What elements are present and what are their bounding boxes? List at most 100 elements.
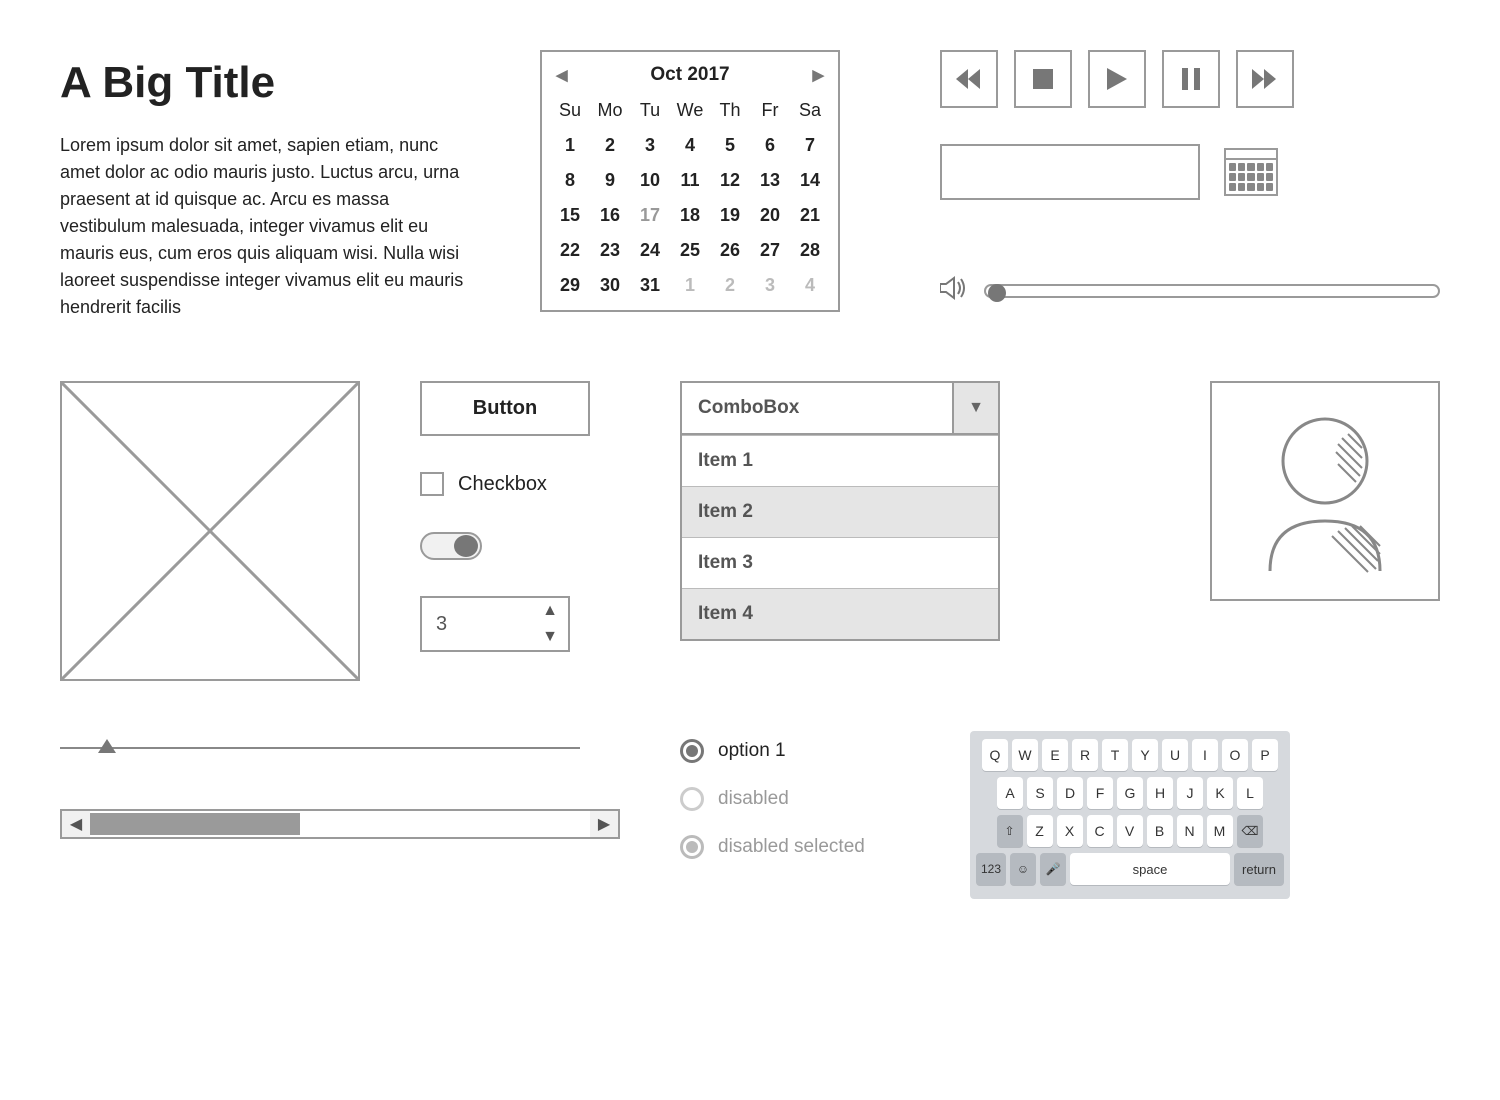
key-o[interactable]: O xyxy=(1222,739,1248,771)
key-t[interactable]: T xyxy=(1102,739,1128,771)
calendar-day[interactable]: 6 xyxy=(750,129,790,162)
key-g[interactable]: G xyxy=(1117,777,1143,809)
calendar-day[interactable]: 21 xyxy=(790,199,830,232)
date-input[interactable] xyxy=(940,144,1200,200)
fast-forward-button[interactable] xyxy=(1236,50,1294,108)
checkbox-box[interactable] xyxy=(420,472,444,496)
calendar-day[interactable]: 24 xyxy=(630,234,670,267)
calendar-day[interactable]: 11 xyxy=(670,164,710,197)
calendar-day[interactable]: 10 xyxy=(630,164,670,197)
calendar-day[interactable]: 15 xyxy=(550,199,590,232)
calendar-day[interactable]: 3 xyxy=(750,269,790,302)
key-d[interactable]: D xyxy=(1057,777,1083,809)
key-b[interactable]: B xyxy=(1147,815,1173,847)
list-item[interactable]: Item 1 xyxy=(682,435,998,486)
combobox-arrow-icon[interactable]: ▼ xyxy=(952,383,998,433)
calendar-day[interactable]: 7 xyxy=(790,129,830,162)
key-i[interactable]: I xyxy=(1192,739,1218,771)
calendar-day[interactable]: 29 xyxy=(550,269,590,302)
calendar-day[interactable]: 5 xyxy=(710,129,750,162)
calendar-day[interactable]: 4 xyxy=(790,269,830,302)
key-mic-icon[interactable]: 🎤 xyxy=(1040,853,1066,885)
date-picker-icon[interactable] xyxy=(1224,148,1278,196)
key-s[interactable]: S xyxy=(1027,777,1053,809)
key-j[interactable]: J xyxy=(1177,777,1203,809)
calendar-prev-icon[interactable]: ◀ xyxy=(556,66,568,84)
volume-slider[interactable] xyxy=(984,284,1440,298)
radio-option-1[interactable]: option 1 xyxy=(680,739,910,763)
key-emoji-icon[interactable]: ☺ xyxy=(1010,853,1036,885)
calendar-next-icon[interactable]: ▶ xyxy=(812,66,824,84)
scroll-left-icon[interactable]: ◀ xyxy=(62,811,90,837)
key-p[interactable]: P xyxy=(1252,739,1278,771)
key-l[interactable]: L xyxy=(1237,777,1263,809)
list-item[interactable]: Item 3 xyxy=(682,537,998,588)
toggle-switch[interactable] xyxy=(420,532,482,560)
calendar-day[interactable]: 18 xyxy=(670,199,710,232)
calendar-day[interactable]: 22 xyxy=(550,234,590,267)
checkbox[interactable]: Checkbox xyxy=(420,472,620,496)
scroll-track[interactable] xyxy=(90,811,590,837)
slider-thumb[interactable] xyxy=(98,739,116,753)
key-m[interactable]: M xyxy=(1207,815,1233,847)
calendar-day[interactable]: 4 xyxy=(670,129,710,162)
key-k[interactable]: K xyxy=(1207,777,1233,809)
scroll-thumb[interactable] xyxy=(90,813,300,835)
key-backspace-icon[interactable]: ⌫ xyxy=(1237,815,1264,847)
key-f[interactable]: F xyxy=(1087,777,1113,809)
slider[interactable] xyxy=(60,747,580,749)
calendar-day[interactable]: 2 xyxy=(710,269,750,302)
key-h[interactable]: H xyxy=(1147,777,1173,809)
stepper-value[interactable]: 3 xyxy=(422,598,532,650)
key-x[interactable]: X xyxy=(1057,815,1083,847)
calendar-day[interactable]: 28 xyxy=(790,234,830,267)
calendar-day[interactable]: 30 xyxy=(590,269,630,302)
pause-button[interactable] xyxy=(1162,50,1220,108)
calendar-day[interactable]: 23 xyxy=(590,234,630,267)
key-v[interactable]: V xyxy=(1117,815,1143,847)
rewind-button[interactable] xyxy=(940,50,998,108)
scroll-right-icon[interactable]: ▶ xyxy=(590,811,618,837)
key-space[interactable]: space xyxy=(1070,853,1230,885)
key-a[interactable]: A xyxy=(997,777,1023,809)
calendar-day[interactable]: 17 xyxy=(630,199,670,232)
key-q[interactable]: Q xyxy=(982,739,1008,771)
key-return[interactable]: return xyxy=(1234,853,1284,885)
stop-button[interactable] xyxy=(1014,50,1072,108)
key-y[interactable]: Y xyxy=(1132,739,1158,771)
calendar-day[interactable]: 16 xyxy=(590,199,630,232)
calendar-day[interactable]: 31 xyxy=(630,269,670,302)
list-item[interactable]: Item 4 xyxy=(682,588,998,639)
combobox[interactable]: ComboBox ▼ xyxy=(680,381,1000,435)
stepper-down-icon[interactable]: ▼ xyxy=(532,624,568,650)
key-c[interactable]: C xyxy=(1087,815,1113,847)
key-n[interactable]: N xyxy=(1177,815,1203,847)
calendar-day[interactable]: 25 xyxy=(670,234,710,267)
key-numbers[interactable]: 123 xyxy=(976,853,1006,885)
calendar-day[interactable]: 27 xyxy=(750,234,790,267)
stepper-up-icon[interactable]: ▲ xyxy=(532,598,568,624)
play-button[interactable] xyxy=(1088,50,1146,108)
calendar-day[interactable]: 9 xyxy=(590,164,630,197)
calendar-day[interactable]: 20 xyxy=(750,199,790,232)
calendar-day[interactable]: 2 xyxy=(590,129,630,162)
volume-thumb[interactable] xyxy=(988,284,1006,302)
key-shift-icon[interactable]: ⇧ xyxy=(997,815,1023,847)
calendar-day[interactable]: 12 xyxy=(710,164,750,197)
numeric-stepper[interactable]: 3 ▲ ▼ xyxy=(420,596,570,652)
calendar-day[interactable]: 1 xyxy=(670,269,710,302)
key-r[interactable]: R xyxy=(1072,739,1098,771)
key-z[interactable]: Z xyxy=(1027,815,1053,847)
radio-circle-icon[interactable] xyxy=(680,739,704,763)
calendar-day[interactable]: 8 xyxy=(550,164,590,197)
horizontal-scrollbar[interactable]: ◀ ▶ xyxy=(60,809,620,839)
calendar-day[interactable]: 19 xyxy=(710,199,750,232)
calendar-day[interactable]: 14 xyxy=(790,164,830,197)
key-u[interactable]: U xyxy=(1162,739,1188,771)
list-item[interactable]: Item 2 xyxy=(682,486,998,537)
calendar-day[interactable]: 3 xyxy=(630,129,670,162)
toggle-knob[interactable] xyxy=(454,535,478,557)
calendar-day[interactable]: 1 xyxy=(550,129,590,162)
button[interactable]: Button xyxy=(420,381,590,436)
key-w[interactable]: W xyxy=(1012,739,1038,771)
